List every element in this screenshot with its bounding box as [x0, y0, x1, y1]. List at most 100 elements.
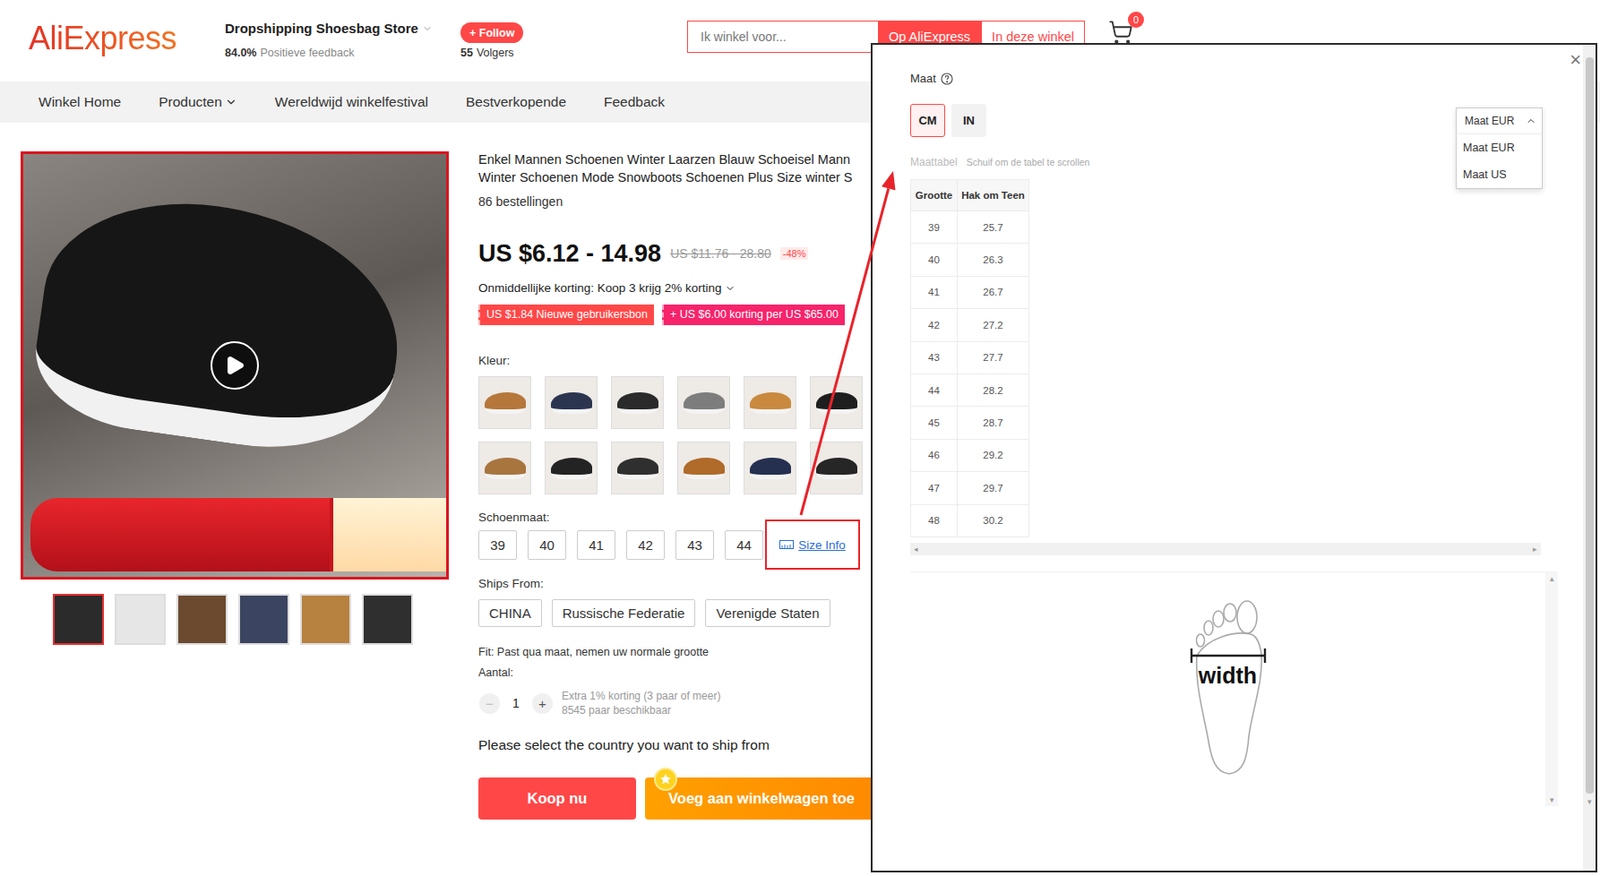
color-swatch[interactable]: [743, 441, 797, 495]
add-to-cart-button[interactable]: Voeg aan winkelwagen toe: [645, 777, 871, 820]
color-swatch[interactable]: [610, 376, 664, 430]
dropdown-option[interactable]: Maat EUR: [1456, 134, 1542, 162]
table-cell: 27.2: [957, 309, 1030, 342]
horizontal-scrollbar[interactable]: ◂▸: [910, 542, 1541, 556]
size-system-dropdown[interactable]: Maat EURMaat EURMaat US: [1455, 107, 1543, 135]
product-title: Enkel Mannen Schoenen Winter Laarzen Bla…: [478, 151, 871, 187]
color-swatch[interactable]: [478, 441, 532, 495]
color-swatch[interactable]: [677, 376, 731, 430]
thumbnail[interactable]: [238, 593, 290, 646]
table-cell: 47: [911, 472, 958, 505]
unit-tab[interactable]: CM: [910, 103, 946, 138]
nav-item[interactable]: Wereldwijd winkelfestival: [275, 94, 429, 111]
chevron-down-icon[interactable]: [724, 283, 736, 294]
size-button[interactable]: 43: [675, 530, 714, 560]
dialog-scrollbar[interactable]: ▾: [1582, 44, 1596, 871]
ruler-icon[interactable]: [779, 540, 794, 550]
quantity-value[interactable]: 1: [499, 696, 533, 711]
ships-from-options: CHINA Russische Federatie Verenigde Staten: [478, 599, 871, 628]
help-icon[interactable]: [940, 72, 954, 86]
close-button[interactable]: ×: [1567, 48, 1583, 72]
size-button[interactable]: 40: [527, 530, 567, 560]
store-menu-icon[interactable]: [421, 23, 433, 35]
table-cell: 30.2: [957, 504, 1030, 537]
ships-from-button[interactable]: CHINA: [478, 599, 542, 628]
diagram-area: width: [910, 572, 1546, 807]
size-table-scroll[interactable]: GrootteHak om Teen3925.74026.34126.74227…: [910, 179, 1558, 543]
swatch-shoe: [550, 392, 593, 414]
coupon[interactable]: + US $6.00 korting per US $65.00: [662, 304, 845, 326]
size-button[interactable]: 42: [626, 530, 665, 560]
product-photo[interactable]: [20, 151, 449, 580]
color-swatch[interactable]: [809, 441, 863, 495]
swatch-shoe: [484, 457, 526, 480]
store-name[interactable]: Dropshipping Shoesbag Store: [224, 19, 461, 38]
swatch-shoe: [617, 457, 659, 480]
table-cell: 46: [911, 438, 958, 472]
diagram-scrollbar[interactable]: ▴▾: [1545, 572, 1558, 807]
promo-banner-red: [30, 498, 330, 572]
table-cell: 25.7: [957, 211, 1030, 244]
nav-item[interactable]: Feedback: [603, 94, 665, 111]
unit-tab[interactable]: IN: [951, 103, 987, 138]
play-icon[interactable]: [223, 354, 246, 377]
chevron-down-icon[interactable]: [224, 95, 238, 109]
table-row: 4026.3: [911, 243, 1030, 276]
swatch-shoe: [749, 457, 792, 480]
ships-from-button[interactable]: Verenigde Staten: [705, 599, 830, 628]
store-info: Dropshipping Shoesbag Store84.0%Positiev…: [224, 19, 461, 61]
table-cell: 29.2: [957, 438, 1030, 472]
color-swatch[interactable]: [809, 376, 863, 430]
coupon-row: US $1.84 Nieuwe gebruikersbon + US $6.00 …: [478, 304, 871, 326]
size-info-link[interactable]: Size Info: [779, 538, 846, 552]
color-swatch[interactable]: [743, 376, 797, 430]
followers-count: 55Volgers: [460, 45, 515, 61]
discount-badge: -48%: [780, 247, 809, 260]
nav-item[interactable]: Producten: [158, 94, 238, 111]
table-row: 4830.2: [911, 504, 1030, 537]
table-row: 4528.7: [911, 406, 1030, 439]
gallery: [20, 151, 449, 820]
follow-button[interactable]: + Follow: [460, 22, 524, 44]
promo-banner-price: [329, 498, 447, 572]
thumbnail[interactable]: [176, 593, 228, 646]
chevron-up-icon[interactable]: [1525, 115, 1537, 127]
table-cell: 26.7: [957, 275, 1030, 309]
size-button[interactable]: 39: [478, 530, 517, 560]
color-swatch[interactable]: [677, 441, 731, 495]
play-button[interactable]: [210, 341, 259, 390]
thumbnail[interactable]: [361, 593, 413, 646]
dropdown-menu: Maat EURMaat US: [1455, 133, 1543, 190]
scroll-thumb[interactable]: [1585, 57, 1594, 794]
size-button[interactable]: 44: [724, 530, 764, 560]
color-swatch[interactable]: [478, 376, 532, 430]
table-row: 4729.7: [911, 472, 1030, 505]
table-cell: 29.7: [957, 472, 1030, 505]
color-swatch[interactable]: [610, 441, 664, 495]
unit-row: CMIN Maat EURMaat EURMaat US: [910, 103, 1558, 138]
nav-item[interactable]: Bestverkopende: [465, 94, 567, 111]
product-page: AliExpressDropshipping Shoesbag Store84.…: [0, 0, 1600, 876]
search-input[interactable]: [687, 20, 878, 53]
dropdown-value[interactable]: Maat EUR: [1455, 107, 1543, 135]
aliexpress-logo[interactable]: AliExpress: [28, 19, 225, 58]
ships-from-button[interactable]: Russische Federatie: [551, 599, 697, 628]
size-button[interactable]: 41: [576, 530, 616, 560]
dropdown-option[interactable]: Maat US: [1456, 161, 1542, 189]
thumbnail[interactable]: [114, 593, 166, 646]
nav-item[interactable]: Winkel Home: [38, 94, 121, 111]
instant-discount[interactable]: Onmiddellijke korting: Koop 3 krijg 2% k…: [478, 279, 871, 298]
table-row: 4327.7: [911, 341, 1030, 374]
quantity-row: −1+Extra 1% korting (3 paar of meer)8545…: [478, 688, 871, 718]
color-swatch[interactable]: [544, 441, 598, 495]
thumbnail[interactable]: [52, 593, 104, 646]
swatch-shoe: [550, 457, 593, 480]
color-swatch[interactable]: [544, 376, 598, 430]
buy-now-button[interactable]: Koop nu: [478, 777, 637, 820]
increment-button[interactable]: +: [532, 693, 553, 714]
follow-block: + Follow55Volgers: [460, 19, 688, 61]
thumbnail[interactable]: [300, 593, 352, 646]
size-info-highlight: Size Info: [765, 519, 861, 570]
coupon[interactable]: US $1.84 Nieuwe gebruikersbon: [478, 304, 654, 326]
decrement-button[interactable]: −: [479, 693, 500, 714]
